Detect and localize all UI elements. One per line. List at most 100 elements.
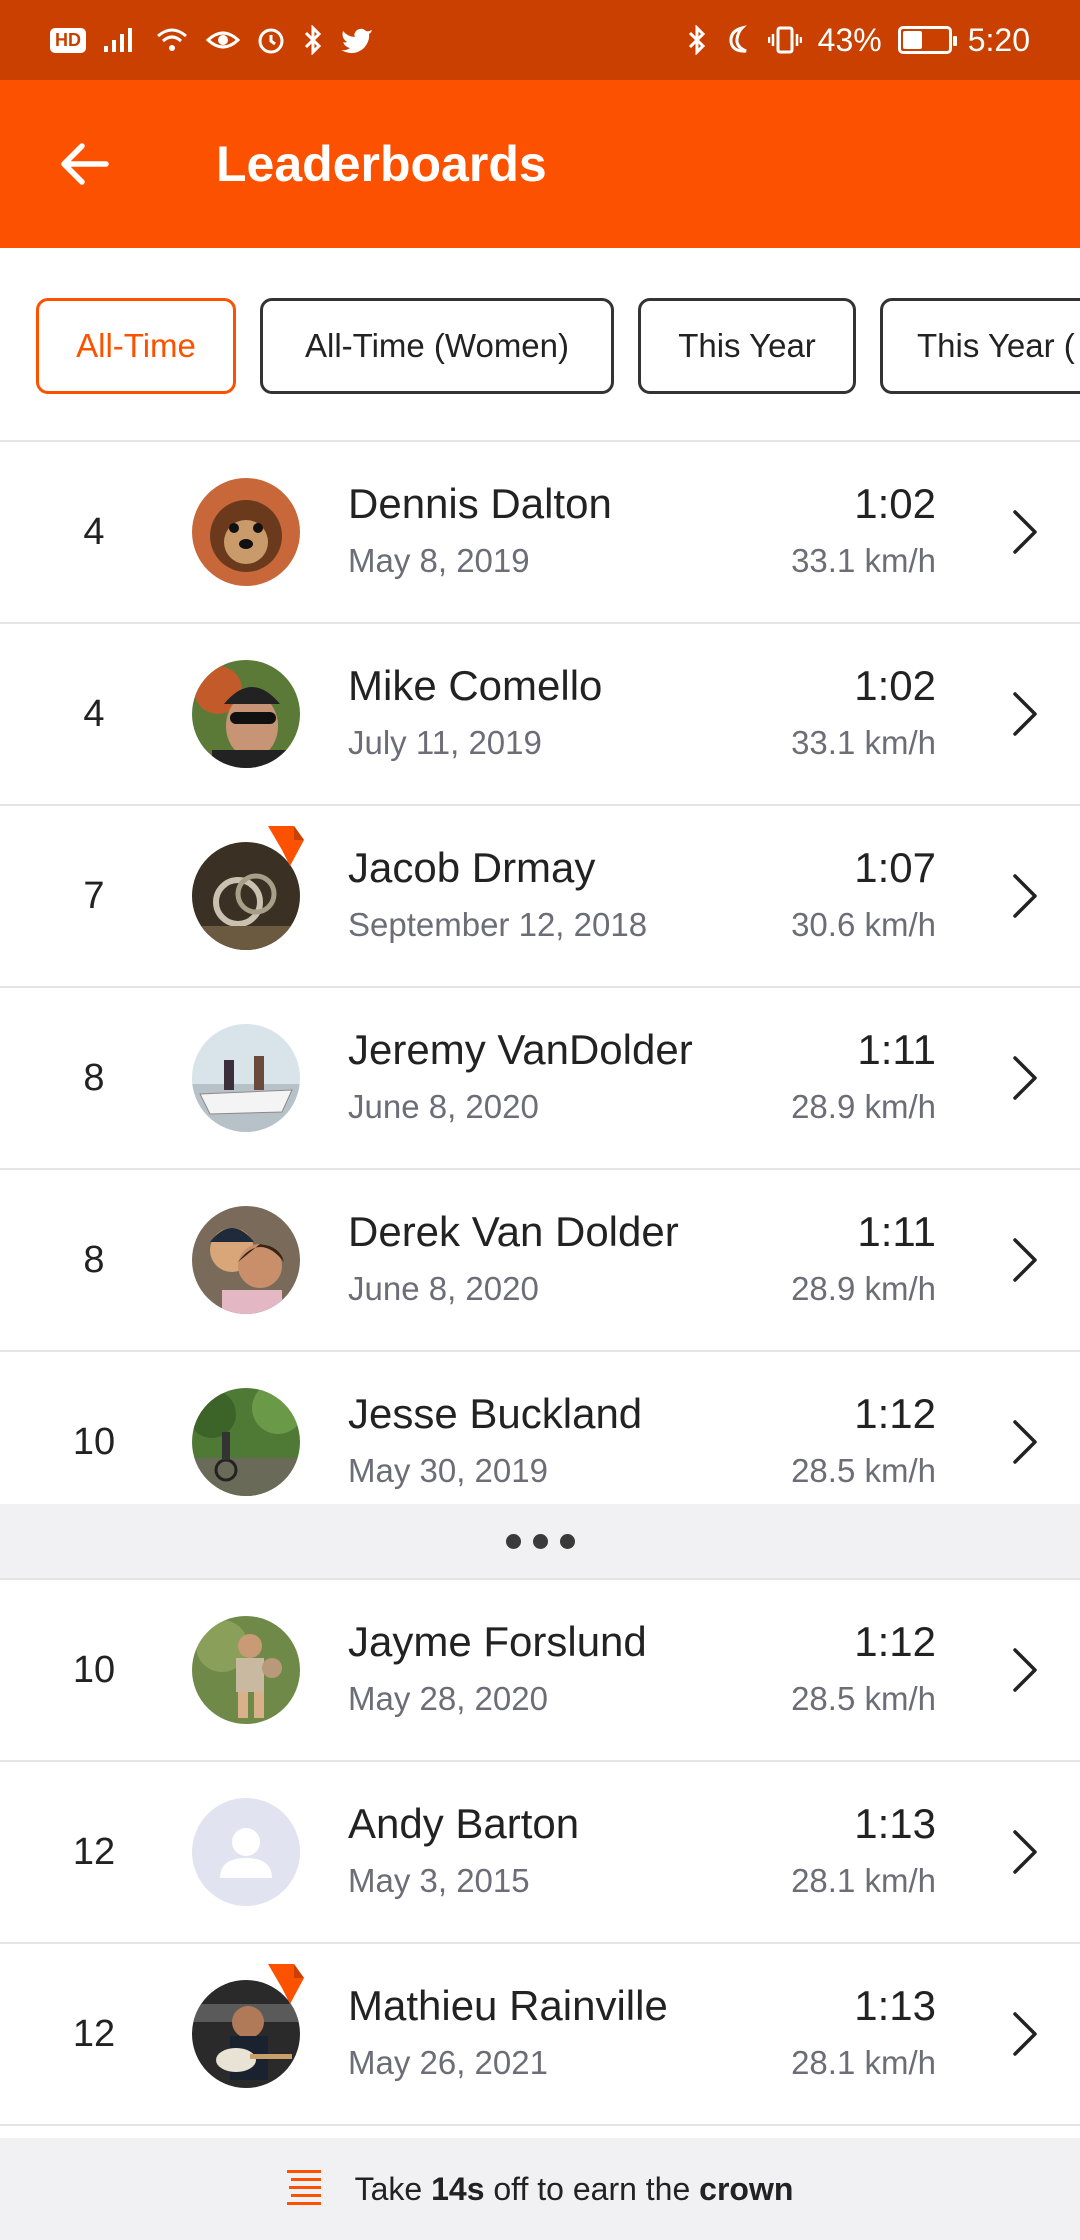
athlete-name: Derek Van Dolder	[348, 1208, 679, 1255]
effort-speed: 28.9 km/h	[791, 1270, 936, 1307]
leaderboard-row[interactable]: 4 Dennis Dalton May 8, 2019 1:02 33.1 km/h	[0, 442, 1080, 624]
rank: 12	[72, 1830, 116, 1873]
arrow-left-icon	[61, 143, 109, 185]
effort-date: September 12, 2018	[348, 906, 648, 943]
hd-badge: HD	[50, 27, 86, 53]
moon-icon	[729, 25, 747, 53]
status-bar: HD 43% 5:20	[0, 0, 1080, 80]
filter-chip-all-time[interactable]: All-Time	[36, 298, 236, 394]
wifi-icon	[157, 28, 187, 51]
effort-time: 1:07	[854, 844, 936, 891]
avatar[interactable]	[192, 1024, 300, 1132]
effort-date: May 8, 2019	[348, 542, 530, 579]
vibrate-icon	[767, 26, 802, 54]
effort-speed: 28.1 km/h	[791, 1862, 936, 1899]
athlete-name: Jacob Drmay	[348, 844, 596, 891]
app-bar: Leaderboards	[0, 80, 1080, 248]
eye-icon	[206, 31, 240, 49]
ellipsis-dot	[505, 1533, 521, 1549]
effort-time: 1:11	[857, 1026, 936, 1073]
filter-chip-this-year-women[interactable]: This Year (	[880, 298, 1080, 394]
filter-row: All-Time All-Time (Women) This Year This…	[0, 248, 1080, 442]
effort-speed: 28.9 km/h	[791, 1088, 936, 1125]
effort-date: June 8, 2020	[348, 1088, 539, 1125]
page-title: Leaderboards	[216, 136, 547, 192]
athlete-name: Dennis Dalton	[348, 480, 612, 527]
chevron-right-icon	[1010, 872, 1040, 920]
rank: 8	[83, 1238, 105, 1281]
subscriber-badge-icon	[268, 1964, 304, 2004]
avatar[interactable]	[192, 1206, 300, 1314]
leaderboard-row[interactable]: 10 Jayme Forslund May 28, 2020 1:12 28.5 km/…	[0, 1580, 1080, 1762]
signal-icon	[104, 28, 132, 52]
filter-chip-all-time-women[interactable]: All-Time (Women)	[260, 298, 614, 394]
leaderboard-row[interactable]: 12 Mathieu Rainville May 26, 2021 1:13 28.1 …	[0, 1944, 1080, 2126]
chevron-right-icon	[1010, 690, 1040, 738]
avatar[interactable]	[192, 1388, 300, 1496]
twitter-icon	[341, 28, 372, 54]
effort-speed: 33.1 km/h	[791, 724, 936, 761]
leaderboard-row[interactable]: 4 Mike Comello July 11, 2019 1:02 33.1 km/h	[0, 624, 1080, 806]
crown-word: crown	[699, 2170, 794, 2207]
athlete-name: Mathieu Rainville	[348, 1982, 668, 2029]
chevron-right-icon	[1010, 2010, 1040, 2058]
leaderboard-row[interactable]: 12 Andy Barton May 3, 2015 1:13 28.1 km/h	[0, 1762, 1080, 1944]
effort-time: 1:12	[854, 1618, 936, 1665]
athlete-name: Mike Comello	[348, 662, 603, 709]
effort-time: 1:12	[854, 1390, 936, 1437]
bluetooth-icon	[688, 25, 705, 55]
chevron-right-icon	[1010, 1646, 1040, 1694]
avatar[interactable]	[192, 1798, 300, 1906]
clock: 5:20	[967, 21, 1030, 58]
battery-percent: 43%	[817, 21, 882, 58]
rank: 4	[83, 692, 105, 735]
chevron-right-icon	[1010, 508, 1040, 556]
athlete-name: Jesse Buckland	[348, 1390, 643, 1437]
rank: 8	[83, 1056, 105, 1099]
chevron-right-icon	[1010, 1828, 1040, 1876]
status-left: HD	[50, 25, 374, 55]
avatar[interactable]	[192, 478, 300, 586]
avatar[interactable]	[192, 660, 300, 768]
effort-time: 1:02	[854, 480, 936, 527]
battery-fill	[902, 31, 922, 49]
crown-prefix: Take	[354, 2170, 432, 2207]
leaderboard-list-icon	[286, 2170, 321, 2205]
rank: 10	[72, 1648, 116, 1691]
chevron-right-icon	[1010, 1418, 1040, 1466]
crown-message: Take 14s off to earn the crown	[355, 2171, 794, 2208]
status-right: 43% 5:20	[686, 22, 1030, 59]
effort-speed: 30.6 km/h	[791, 906, 936, 943]
bluetooth-icon	[304, 25, 322, 55]
leaderboard-row[interactable]: 8 Derek Van Dolder June 8, 2020 1:11 28.9 km…	[0, 1170, 1080, 1352]
rank: 4	[83, 510, 105, 553]
chevron-right-icon	[1010, 1236, 1040, 1284]
back-button[interactable]	[34, 114, 134, 214]
effort-date: May 26, 2021	[348, 2044, 548, 2081]
effort-date: June 8, 2020	[348, 1270, 539, 1307]
effort-speed: 28.5 km/h	[791, 1680, 936, 1717]
effort-time: 1:02	[854, 662, 936, 709]
rank: 12	[72, 2012, 116, 2055]
crown-middle: off to earn the	[484, 2170, 700, 2207]
effort-time: 1:11	[857, 1208, 936, 1255]
effort-date: May 3, 2015	[348, 1862, 530, 1899]
athlete-name: Jeremy VanDolder	[348, 1026, 693, 1073]
more-separator[interactable]	[0, 1504, 1080, 1580]
subscriber-badge-icon	[268, 826, 304, 866]
ellipsis-dot	[559, 1533, 575, 1549]
chevron-right-icon	[1010, 1054, 1040, 1102]
avatar[interactable]	[192, 1616, 300, 1724]
athlete-name: Andy Barton	[348, 1800, 580, 1847]
effort-speed: 33.1 km/h	[791, 542, 936, 579]
effort-date: May 28, 2020	[348, 1680, 548, 1717]
crown-bar[interactable]: Take 14s off to earn the crown	[0, 2138, 1080, 2240]
leaderboard-row[interactable]: 7 Jacob Drmay September 12, 2018 1:07 30.6 k…	[0, 806, 1080, 988]
effort-speed: 28.1 km/h	[791, 2044, 936, 2081]
rank: 7	[83, 874, 105, 917]
effort-time: 1:13	[854, 1982, 936, 2029]
leaderboard-row[interactable]: 8 Jeremy VanDolder June 8, 2020 1:11 28.9 km…	[0, 988, 1080, 1170]
filter-chip-this-year[interactable]: This Year	[638, 298, 856, 394]
effort-speed: 28.5 km/h	[791, 1452, 936, 1489]
effort-date: May 30, 2019	[348, 1452, 548, 1489]
